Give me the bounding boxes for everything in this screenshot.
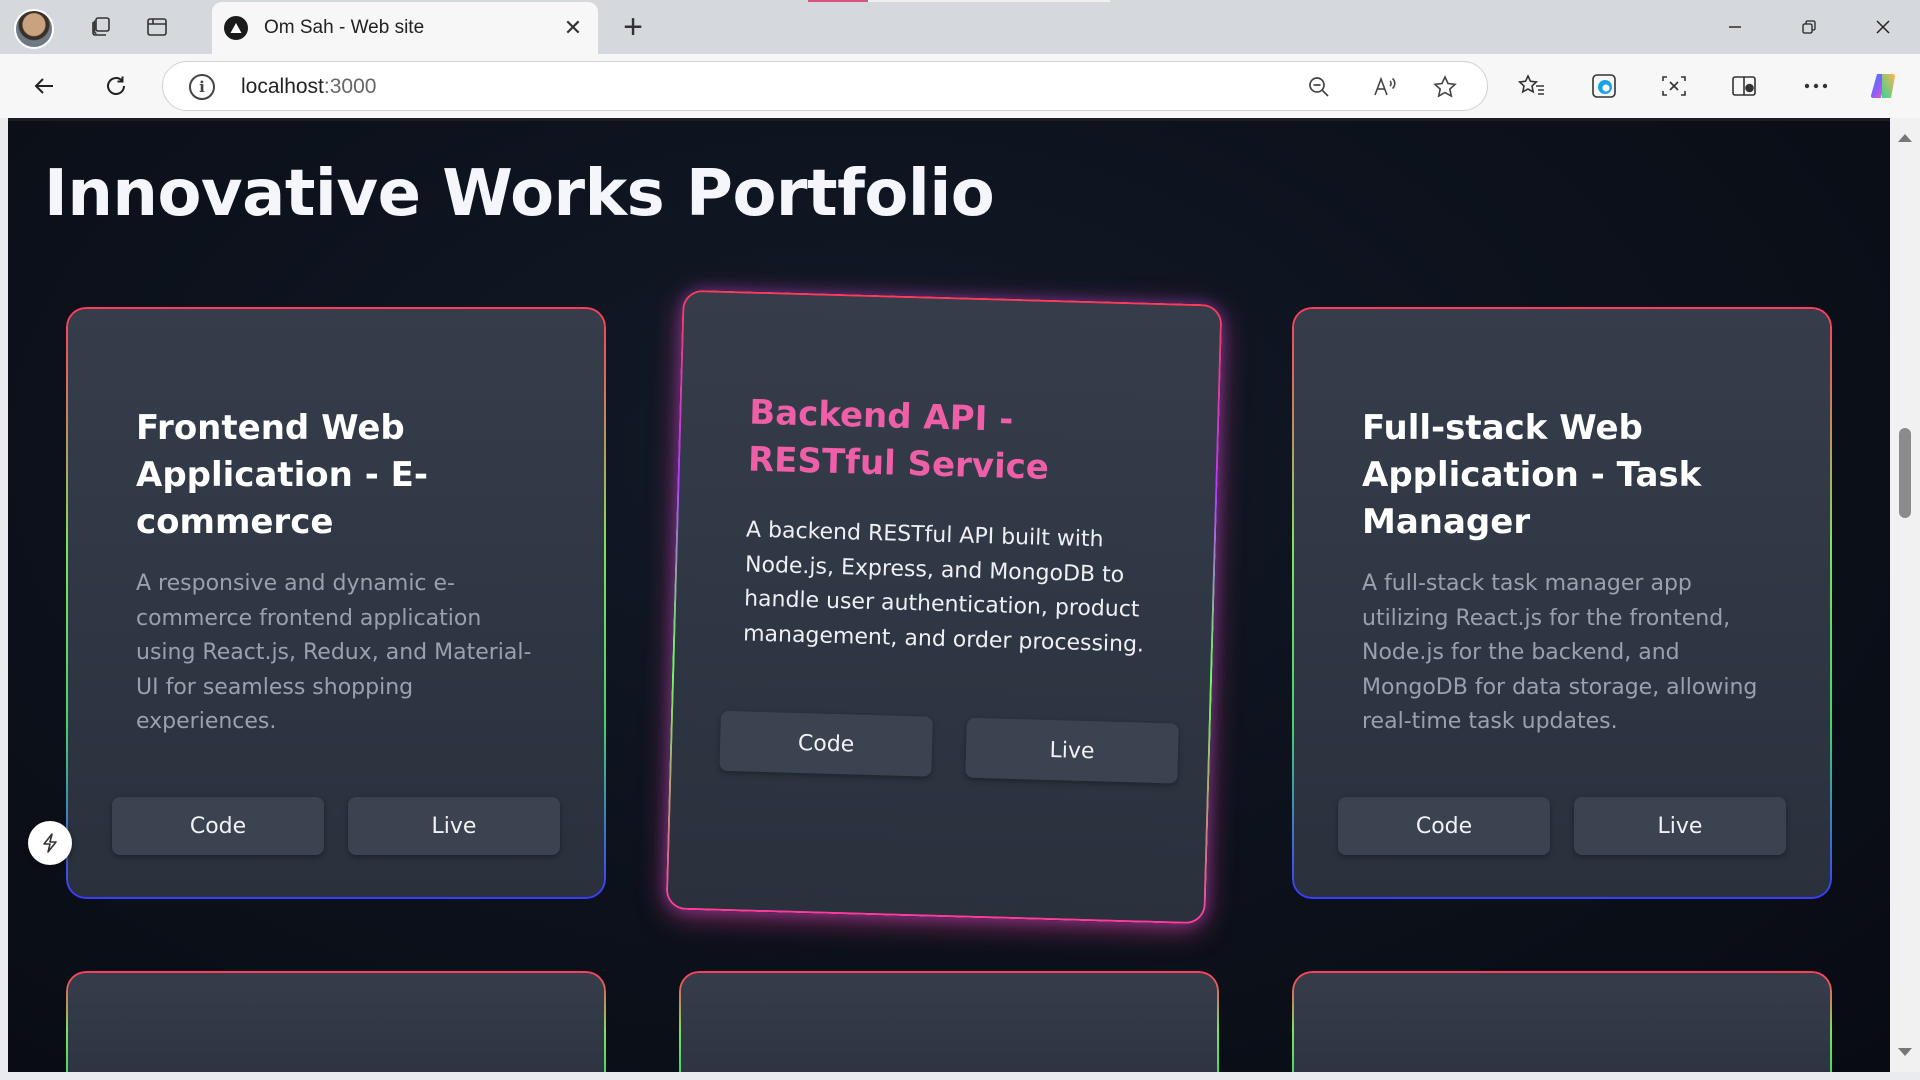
zoom-out-icon[interactable] [1301, 70, 1337, 104]
site-favicon [224, 16, 248, 40]
minimize-icon[interactable] [1698, 0, 1772, 54]
workspaces-icon[interactable] [80, 8, 122, 46]
page-viewport: Innovative Works Portfolio Frontend Web … [8, 118, 1890, 1072]
project-title: Frontend Web Application - E-commerce [136, 408, 428, 542]
tab-strip: Om Sah - Web site ✕ + [0, 0, 1920, 54]
window-close-icon[interactable] [1846, 0, 1920, 54]
tab-loading-indicator [808, 0, 868, 2]
copilot-icon[interactable] [1862, 64, 1906, 108]
edge-icon[interactable] [1582, 64, 1626, 108]
url-port: :3000 [323, 75, 377, 98]
page-title: Innovative Works Portfolio [44, 157, 995, 231]
code-button[interactable]: Code [719, 710, 933, 777]
restore-icon[interactable] [1772, 0, 1846, 54]
bolt-icon[interactable] [28, 821, 72, 865]
tab-title: Om Sah - Web site [264, 17, 425, 38]
project-card: Full-stack Web Application - Task Manage… [1292, 307, 1832, 899]
project-card [1292, 971, 1832, 1072]
profile-avatar[interactable] [14, 9, 54, 49]
project-card-featured[interactable]: Backend API - RESTful Service A backend … [665, 289, 1223, 925]
project-description: A backend RESTful API built with Node.js… [742, 517, 1145, 658]
window-bottom-edge [0, 1072, 1920, 1080]
project-card [66, 971, 606, 1072]
more-icon[interactable] [1794, 64, 1838, 108]
scroll-down-arrow[interactable] [1898, 1048, 1912, 1056]
browser-toolbar: i localhost:3000 [0, 54, 1920, 118]
code-button[interactable]: Code [112, 797, 324, 855]
active-tab[interactable]: Om Sah - Web site ✕ [212, 2, 598, 54]
url-host: localhost [241, 75, 324, 98]
code-button[interactable]: Code [1338, 797, 1550, 855]
favorites-icon[interactable] [1510, 64, 1554, 108]
project-title: Full-stack Web Application - Task Manage… [1362, 408, 1702, 542]
back-icon[interactable] [22, 64, 66, 108]
scroll-up-arrow[interactable] [1898, 134, 1912, 142]
live-button[interactable]: Live [1574, 797, 1786, 855]
favorite-star-icon[interactable] [1427, 70, 1463, 104]
tab-loading-track [868, 0, 1110, 2]
project-title: Backend API - RESTful Service [747, 392, 1050, 488]
collections-icon[interactable] [1722, 64, 1766, 108]
project-description: A full-stack task manager app utilizing … [1362, 571, 1758, 734]
project-description: A responsive and dynamic e-commerce fron… [136, 571, 532, 734]
new-tab-icon[interactable]: + [612, 8, 654, 46]
screenshot-icon[interactable] [1652, 64, 1696, 108]
refresh-icon[interactable] [94, 64, 138, 108]
info-icon[interactable]: i [189, 74, 215, 100]
project-card: Frontend Web Application - E-commerce A … [66, 307, 606, 899]
address-bar[interactable]: i localhost:3000 [162, 61, 1488, 111]
close-icon[interactable]: ✕ [556, 11, 590, 45]
live-button[interactable]: Live [348, 797, 560, 855]
scrollbar-thumb[interactable] [1899, 428, 1911, 518]
tab-actions-icon[interactable] [136, 8, 178, 46]
url-text[interactable]: localhost:3000 [241, 75, 376, 99]
vertical-scrollbar[interactable] [1890, 118, 1920, 1072]
live-button[interactable]: Live [965, 717, 1179, 784]
read-aloud-icon[interactable] [1367, 70, 1403, 104]
project-card [679, 971, 1219, 1072]
